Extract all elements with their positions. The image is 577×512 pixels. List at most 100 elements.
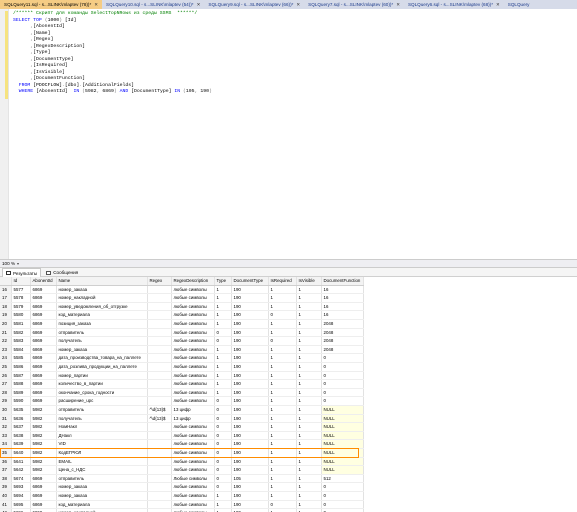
table-cell[interactable]: любые символы: [171, 293, 215, 303]
table-row[interactable]: 29 5590 6869 расширение_upc любые символы 0 19…: [0, 396, 364, 406]
table-cell[interactable]: [147, 431, 172, 441]
table-cell[interactable]: [147, 336, 172, 346]
table-cell[interactable]: 1: [268, 362, 297, 372]
table-cell[interactable]: 1: [296, 500, 322, 510]
table-cell[interactable]: [147, 474, 172, 484]
table-cell[interactable]: позиция_заказа: [56, 319, 148, 329]
table-cell[interactable]: 190: [231, 500, 269, 510]
table-cell[interactable]: NULL: [321, 414, 364, 424]
table-cell[interactable]: 1: [296, 371, 322, 381]
table-cell[interactable]: окончание_срока_годности: [56, 388, 148, 398]
table-cell[interactable]: 1: [214, 371, 232, 381]
table-cell[interactable]: 1: [296, 491, 322, 501]
table-cell[interactable]: 1: [214, 319, 232, 329]
table-cell[interactable]: 5639: [11, 439, 31, 449]
table-cell[interactable]: NULL: [321, 448, 364, 458]
table-cell[interactable]: [147, 448, 172, 458]
table-cell[interactable]: 5638: [11, 431, 31, 441]
table-cell[interactable]: 1: [268, 508, 297, 512]
table-cell[interactable]: 0: [214, 448, 232, 458]
table-cell[interactable]: 1: [268, 422, 297, 432]
table-cell[interactable]: любые символы: [171, 371, 215, 381]
table-cell[interactable]: 6869: [30, 491, 57, 501]
query-editor[interactable]: /****** Скрипт для команды SelectTopNRow…: [0, 9, 577, 260]
table-cell[interactable]: 1: [296, 465, 322, 475]
table-cell[interactable]: 6869: [30, 379, 57, 389]
table-cell[interactable]: количество_в_партии: [56, 379, 148, 389]
column-header[interactable]: IsVisible: [296, 277, 322, 286]
table-cell[interactable]: 1: [296, 362, 322, 372]
table-cell[interactable]: 1: [214, 388, 232, 398]
table-cell[interactable]: номер_заказа: [56, 285, 148, 295]
table-cell[interactable]: 6869: [30, 508, 57, 512]
table-cell[interactable]: 5982: [30, 414, 57, 424]
table-cell[interactable]: EMAIL: [56, 457, 148, 467]
table-cell[interactable]: 1: [296, 293, 322, 303]
table-cell[interactable]: 1: [296, 285, 322, 295]
table-cell[interactable]: 0: [214, 405, 232, 415]
table-cell[interactable]: любые символы: [171, 388, 215, 398]
table-cell[interactable]: КодЕГРЮЛ: [56, 448, 148, 458]
table-cell[interactable]: любые символы: [171, 439, 215, 449]
table-cell[interactable]: 6869: [30, 293, 57, 303]
table-cell[interactable]: [147, 457, 172, 467]
table-cell[interactable]: 1: [296, 379, 322, 389]
table-row[interactable]: 32 5637 5982 НомНакл любые символы 0 190 1 1 NULL: [0, 422, 364, 432]
table-cell[interactable]: 0: [321, 362, 364, 372]
table-cell[interactable]: 6869: [30, 396, 57, 406]
table-cell[interactable]: [147, 482, 172, 492]
document-tab[interactable]: SQLQuery7.sql - s...SLINK\mlaptev (60))*…: [304, 0, 404, 9]
table-cell[interactable]: расширение_upc: [56, 396, 148, 406]
table-cell[interactable]: 1: [296, 396, 322, 406]
table-cell[interactable]: 1: [214, 345, 232, 355]
table-cell[interactable]: 0: [321, 379, 364, 389]
table-row[interactable]: 40 5694 6869 номер_заказа любые символы 1 190 1…: [0, 491, 364, 501]
table-cell[interactable]: ^\d{13}$: [147, 405, 172, 415]
table-cell[interactable]: 0: [321, 500, 364, 510]
table-cell[interactable]: 5982: [30, 431, 57, 441]
table-cell[interactable]: 6869: [30, 310, 57, 321]
table-row[interactable]: 23 5584 6869 номер_заказа любые символы 1 190 1…: [0, 345, 364, 355]
table-cell[interactable]: любые символы: [171, 465, 215, 475]
table-cell[interactable]: 5584: [11, 345, 31, 355]
table-cell[interactable]: 0: [321, 508, 364, 512]
table-cell[interactable]: [147, 319, 172, 329]
table-cell[interactable]: 190: [231, 319, 269, 329]
table-cell[interactable]: любые символы: [171, 285, 215, 295]
tab-messages[interactable]: Сообщения: [43, 268, 81, 277]
table-cell[interactable]: 5982: [30, 422, 57, 432]
table-cell[interactable]: 5636: [11, 414, 31, 424]
table-cell[interactable]: дата_производства_товара_на_паллете: [56, 353, 148, 364]
table-row[interactable]: 39 5693 6869 номер_заказа любые символы 0 190 1…: [0, 482, 364, 492]
table-cell[interactable]: 0: [321, 353, 364, 364]
table-cell[interactable]: 5982: [30, 457, 57, 467]
table-cell[interactable]: 0: [321, 396, 364, 406]
table-cell[interactable]: NULL: [321, 431, 364, 441]
table-cell[interactable]: 5588: [11, 379, 31, 389]
table-cell[interactable]: 1: [214, 500, 232, 510]
table-cell[interactable]: 1: [268, 319, 297, 329]
table-cell[interactable]: 5580: [11, 310, 31, 321]
table-cell[interactable]: 5637: [11, 422, 31, 432]
table-row[interactable]: 16 5577 6869 номер_заказа любые символы 1 190 1…: [0, 285, 364, 295]
table-cell[interactable]: 1: [296, 353, 322, 364]
table-cell[interactable]: [147, 396, 172, 406]
table-cell[interactable]: 5635: [11, 405, 31, 415]
table-cell[interactable]: 5982: [30, 405, 57, 415]
column-header[interactable]: Regex: [147, 277, 172, 286]
table-cell[interactable]: 1: [268, 396, 297, 406]
table-cell[interactable]: любые символы: [171, 379, 215, 389]
table-row[interactable]: 30 5635 5982 отправитель ^\d{13}$ 13 цифр 0 190…: [0, 405, 364, 415]
table-cell[interactable]: 1: [214, 379, 232, 389]
table-cell[interactable]: [147, 422, 172, 432]
table-cell[interactable]: 0: [321, 388, 364, 398]
table-cell[interactable]: 13 цифр: [171, 414, 215, 424]
table-row[interactable]: 28 5589 6869 окончание_срока_годности любые …: [0, 388, 364, 398]
table-cell[interactable]: 0: [321, 371, 364, 381]
table-cell[interactable]: любые символы: [171, 457, 215, 467]
table-cell[interactable]: 190: [231, 371, 269, 381]
table-cell[interactable]: 5642: [11, 465, 31, 475]
close-icon[interactable]: ✕: [197, 0, 201, 9]
table-cell[interactable]: любые символы: [171, 302, 215, 312]
table-cell[interactable]: 6869: [30, 345, 57, 355]
